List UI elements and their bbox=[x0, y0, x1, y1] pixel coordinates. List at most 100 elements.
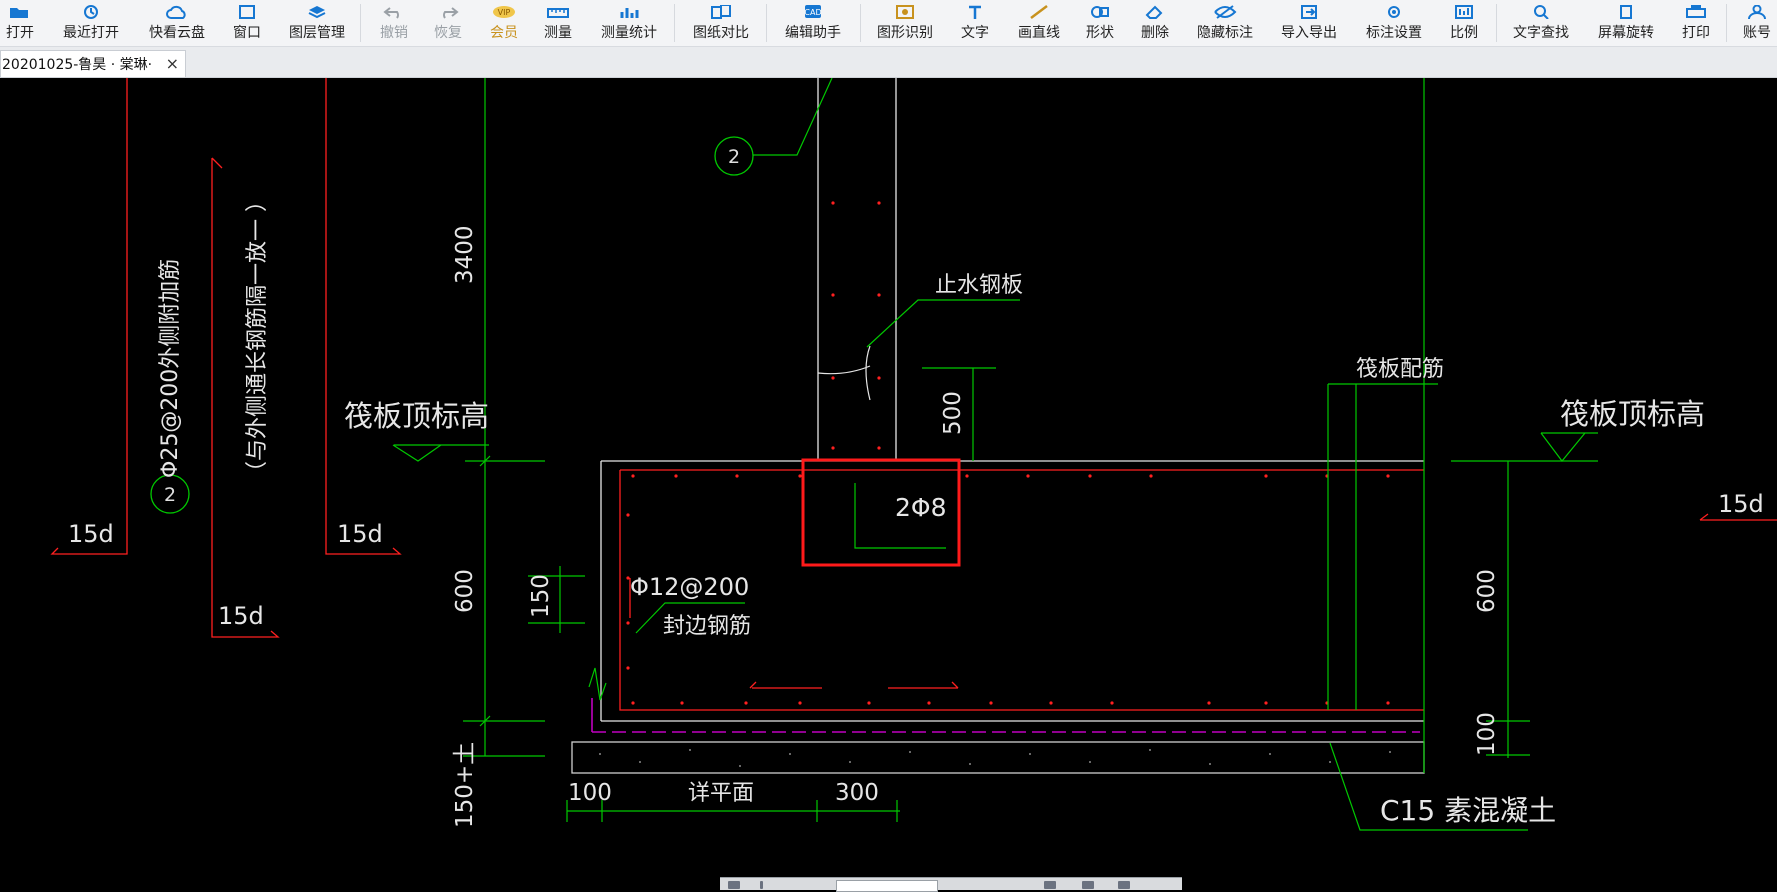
marker-label-left: 2 bbox=[164, 484, 176, 506]
measure-stats-icon bbox=[620, 8, 639, 18]
vip-icon: VIP bbox=[493, 6, 515, 18]
layer-manager-button[interactable]: 图层管理 bbox=[284, 0, 350, 46]
view-input[interactable] bbox=[836, 880, 938, 892]
toolbar-separator bbox=[360, 4, 361, 42]
svg-text:CAD: CAD bbox=[804, 8, 821, 17]
raft-top-label-left: 筏板顶标高 bbox=[344, 399, 489, 433]
document-tab[interactable]: 20201025-鲁昊 · 棠琳· × bbox=[0, 50, 186, 77]
document-tab-label: 20201025-鲁昊 · 棠琳· bbox=[2, 57, 153, 73]
draw-line-button[interactable]: 画直线 bbox=[1012, 0, 1066, 46]
svg-text:VIP: VIP bbox=[498, 8, 511, 17]
edit-assistant-icon: CAD bbox=[804, 5, 822, 18]
annotation-settings-icon bbox=[1388, 6, 1400, 18]
shape-recognition-button[interactable]: 图形识别 bbox=[872, 0, 938, 46]
compare-icon bbox=[711, 5, 731, 19]
edge-rebar-label: 封边钢筋 bbox=[663, 614, 751, 639]
dim-150-label: 150 bbox=[528, 574, 554, 618]
ruler-icon bbox=[547, 8, 569, 18]
text-search-button[interactable]: 文字查找 bbox=[1508, 0, 1574, 46]
layers-mini-icon[interactable] bbox=[1118, 881, 1130, 889]
annotation-settings-button[interactable]: 标注设置 bbox=[1361, 0, 1427, 46]
shape-tool-button[interactable]: 形状 bbox=[1080, 0, 1120, 46]
concrete-label: C15 素混凝土 bbox=[1380, 794, 1556, 827]
line-icon bbox=[1030, 5, 1048, 19]
d15-label-a: 15d bbox=[68, 520, 114, 548]
folder-open-icon bbox=[10, 8, 28, 18]
measure-stats-button[interactable]: 测量统计 bbox=[596, 0, 662, 46]
document-tab-bar: 20201025-鲁昊 · 棠琳· × bbox=[0, 47, 1777, 78]
shape-recognition-icon bbox=[896, 5, 914, 19]
text-search-icon bbox=[1534, 5, 1549, 19]
text-tool-button[interactable]: 文字 bbox=[955, 0, 995, 46]
structure-outline bbox=[571, 78, 1425, 774]
dim-600-left-label: 600 bbox=[452, 569, 478, 613]
rebar-left-label: Φ25@200外侧附加筋 bbox=[158, 259, 183, 478]
zoom-fit-icon[interactable] bbox=[728, 881, 740, 889]
dim-150-soil-label: 150+土 bbox=[452, 742, 478, 828]
cad-drawing: 2 2 Φ25@200外侧附加筋 （与外侧通长钢筋隔一放一 ） 筏板顶标高 筏板… bbox=[50, 78, 1777, 831]
eraser-icon bbox=[1145, 5, 1163, 19]
rebar-left-note: （与外侧通长钢筋隔一放一 ） bbox=[245, 190, 270, 483]
cloud-icon bbox=[166, 5, 186, 19]
account-icon bbox=[1748, 5, 1766, 19]
raft-rebar-label: 筏板配筋 bbox=[1356, 357, 1444, 382]
main-toolbar: 打开 最近打开 快看云盘 窗口 图层管理 撤销 恢复 VIP 会员 测量 测量统… bbox=[0, 0, 1777, 47]
dimension-lines bbox=[392, 78, 1598, 831]
raft-top-label-right: 筏板顶标高 bbox=[1560, 397, 1705, 431]
drawing-canvas[interactable]: 2 2 Φ25@200外侧附加筋 （与外侧通长钢筋隔一放一 ） 筏板顶标高 筏板… bbox=[0, 78, 1777, 889]
scale-button[interactable]: 比例 bbox=[1444, 0, 1484, 46]
edit-assistant-button[interactable]: CAD 编辑助手 bbox=[780, 0, 846, 46]
waterstop-label: 止水钢板 bbox=[935, 273, 1023, 298]
layers-icon bbox=[308, 6, 326, 19]
waterstop-break bbox=[817, 345, 871, 401]
rebar-2phi8-label: 2Φ8 bbox=[895, 493, 947, 522]
d15-label-c: 15d bbox=[218, 602, 264, 630]
toolbar-separator bbox=[1726, 4, 1727, 42]
eye-hide-icon bbox=[1214, 5, 1237, 19]
vip-button[interactable]: VIP 会员 bbox=[484, 0, 524, 46]
dim-500-label: 500 bbox=[940, 391, 966, 435]
pan-icon[interactable] bbox=[760, 881, 763, 889]
toolbar-separator bbox=[1496, 4, 1497, 42]
shape-icon bbox=[1091, 6, 1109, 18]
marker-label-top: 2 bbox=[728, 146, 740, 168]
dim-3400-label: 3400 bbox=[452, 225, 478, 284]
rotate-icon[interactable] bbox=[1082, 881, 1094, 889]
bottom-view-toolbar bbox=[720, 877, 1182, 892]
recent-open-button[interactable]: 最近打开 bbox=[58, 0, 124, 46]
hide-annotations-button[interactable]: 隐藏标注 bbox=[1192, 0, 1258, 46]
account-button[interactable]: 账号 bbox=[1737, 0, 1777, 46]
measure-button[interactable]: 测量 bbox=[538, 0, 578, 46]
dim-300-bottom-label: 300 bbox=[835, 780, 879, 806]
toolbar-separator bbox=[766, 4, 767, 42]
undo-icon bbox=[383, 7, 399, 19]
redo-icon bbox=[443, 7, 459, 19]
import-export-icon bbox=[1301, 5, 1317, 19]
toolbar-separator bbox=[860, 4, 861, 42]
undo-button[interactable]: 撤销 bbox=[374, 0, 414, 46]
toolbar-separator bbox=[674, 4, 675, 42]
close-icon[interactable]: × bbox=[166, 54, 179, 73]
edge-rebar-spec-label: Φ12@200 bbox=[630, 573, 749, 601]
import-export-button[interactable]: 导入导出 bbox=[1276, 0, 1342, 46]
detail-plane-label: 详平面 bbox=[688, 781, 754, 806]
rebar-lines bbox=[50, 78, 1777, 711]
rotate-screen-icon bbox=[1620, 5, 1632, 19]
rotate-screen-button[interactable]: 屏幕旋转 bbox=[1593, 0, 1659, 46]
cloud-drive-button[interactable]: 快看云盘 bbox=[144, 0, 210, 46]
window-icon bbox=[239, 5, 255, 19]
drawing-compare-button[interactable]: 图纸对比 bbox=[688, 0, 754, 46]
open-button[interactable]: 打开 bbox=[0, 0, 40, 46]
redo-button[interactable]: 恢复 bbox=[428, 0, 468, 46]
d15-label-right: 15d bbox=[1718, 490, 1764, 518]
concrete-texture bbox=[599, 749, 1391, 767]
history-icon bbox=[84, 5, 98, 19]
delete-button[interactable]: 删除 bbox=[1135, 0, 1175, 46]
text-icon bbox=[969, 5, 981, 19]
window-button[interactable]: 窗口 bbox=[227, 0, 267, 46]
dim-100-bottom-label: 100 bbox=[568, 780, 612, 806]
print-button[interactable]: 打印 bbox=[1676, 0, 1716, 46]
scale-icon bbox=[1455, 5, 1473, 19]
select-icon[interactable] bbox=[1044, 881, 1056, 889]
print-icon bbox=[1686, 5, 1706, 18]
